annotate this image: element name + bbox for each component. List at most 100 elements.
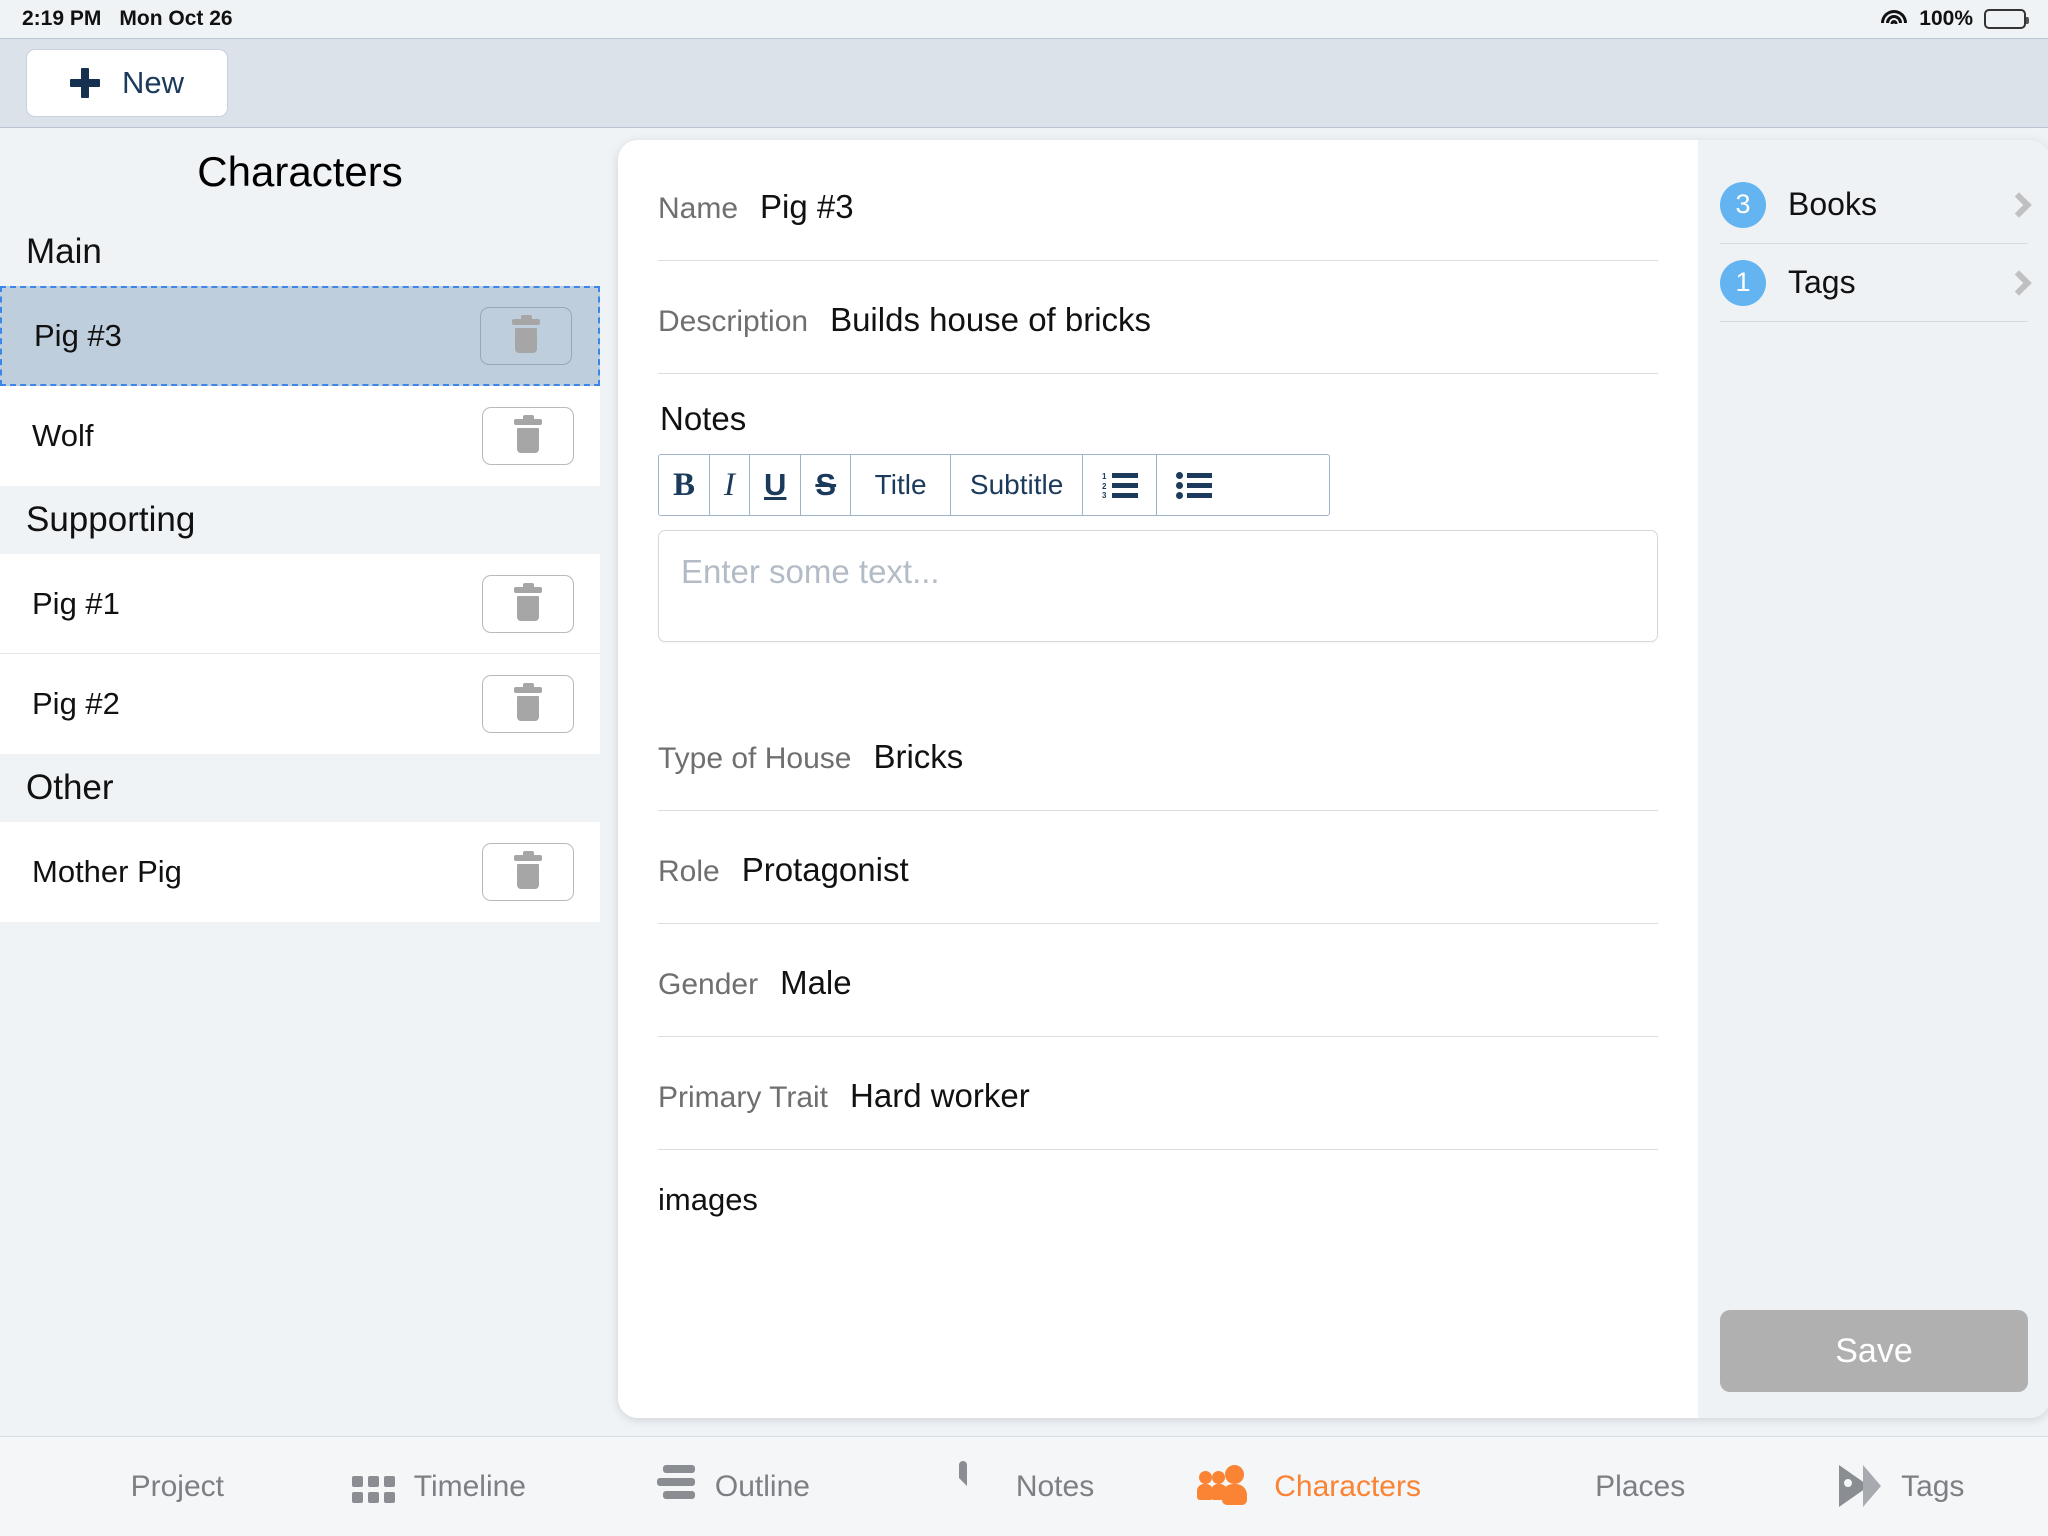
character-name: Mother Pig <box>32 854 182 889</box>
tab-outline-label: Outline <box>714 1469 810 1503</box>
chevron-right-icon <box>2006 191 2032 218</box>
role-field-row[interactable]: Role Protagonist <box>658 833 1658 924</box>
notes-label: Notes <box>660 400 747 437</box>
chevron-right-icon <box>2006 269 2032 296</box>
tags-count-badge: 1 <box>1720 259 1766 306</box>
list-item[interactable]: Pig #3 <box>0 286 600 386</box>
tab-notes[interactable]: Notes <box>878 1460 1171 1509</box>
tab-notes-label: Notes <box>1015 1469 1095 1503</box>
character-name: Wolf <box>32 418 94 453</box>
tab-characters[interactable]: Characters <box>1170 1464 1463 1509</box>
notes-spacer <box>658 642 1658 720</box>
gender-label: Gender <box>658 968 759 1001</box>
battery-full-icon <box>1984 9 2029 29</box>
tab-project[interactable]: Project <box>0 1465 293 1509</box>
primary-trait-label: Primary Trait <box>658 1081 829 1114</box>
trash-icon <box>513 683 543 721</box>
delete-button[interactable] <box>482 574 574 633</box>
character-name: Pig #1 <box>32 585 120 621</box>
ordered-list-icon: 1 2 3 <box>1102 472 1138 499</box>
group-header-supporting: Supporting <box>26 500 196 539</box>
people-icon <box>1197 1464 1256 1509</box>
character-name: Pig #3 <box>34 318 122 353</box>
trash-icon <box>513 851 543 889</box>
books-count-badge: 3 <box>1720 181 1766 228</box>
underline-button[interactable]: U <box>750 455 802 515</box>
page-title: Characters <box>197 148 403 195</box>
primary-trait-field-row[interactable]: Primary Trait Hard worker <box>658 1059 1658 1150</box>
list-item[interactable]: Wolf <box>0 386 600 486</box>
bullet-list-button[interactable] <box>1157 455 1232 515</box>
tab-characters-label: Characters <box>1274 1469 1421 1503</box>
main-content: Characters Main Pig #3 Wolf Supporting P… <box>0 128 2048 1436</box>
tag-icon <box>1839 1464 1883 1509</box>
tags-row[interactable]: 1 Tags <box>1720 244 2032 322</box>
delete-button[interactable] <box>482 843 574 901</box>
new-button[interactable]: New <box>26 49 228 117</box>
rich-text-toolbar: B I U S Title Subtitle 1 2 3 <box>658 454 1330 516</box>
page-icon <box>954 1460 998 1509</box>
delete-button[interactable] <box>482 675 574 733</box>
type-of-house-label: Type of House <box>658 742 852 775</box>
bold-button[interactable]: B <box>659 455 711 515</box>
bullet-list-icon <box>1176 472 1213 499</box>
character-list-other: Mother Pig <box>0 822 600 922</box>
status-time: 2:19 PM <box>22 7 102 30</box>
list-item[interactable]: Mother Pig <box>0 822 600 922</box>
delete-button[interactable] <box>480 307 572 365</box>
wifi-icon <box>1880 9 1908 29</box>
trash-icon <box>513 582 543 621</box>
character-name: Pig #2 <box>32 686 120 721</box>
tab-tags-label: Tags <box>1901 1469 1965 1503</box>
detail-area: Name Pig #3 Description Builds house of … <box>600 128 2048 1436</box>
name-label: Name <box>658 192 739 225</box>
tab-places[interactable]: Places <box>1463 1465 1756 1509</box>
bars-icon <box>653 1464 697 1509</box>
description-value[interactable]: Builds house of bricks <box>830 301 1151 339</box>
tab-project-label: Project <box>130 1469 224 1503</box>
books-label: Books <box>1788 186 1877 222</box>
status-bar-left: 2:19 PM Mon Oct 26 <box>22 7 233 31</box>
tab-bar: Project Timeline Outline Notes Character… <box>0 1436 2048 1536</box>
italic-button[interactable]: I <box>710 455 751 515</box>
role-value[interactable]: Protagonist <box>742 851 909 889</box>
delete-button[interactable] <box>482 407 574 465</box>
notes-input[interactable]: Enter some text... <box>658 530 1658 642</box>
character-detail-card: Name Pig #3 Description Builds house of … <box>618 140 1698 1418</box>
tab-outline[interactable]: Outline <box>585 1464 878 1509</box>
app-screen: 2:19 PM Mon Oct 26 100% New Characters M… <box>0 0 2048 1536</box>
svg-text:1: 1 <box>1102 472 1107 481</box>
gender-value[interactable]: Male <box>780 964 852 1002</box>
tags-label: Tags <box>1788 264 1856 300</box>
plus-icon <box>69 68 100 98</box>
tab-timeline-label: Timeline <box>413 1469 526 1503</box>
trash-icon <box>513 415 543 453</box>
gender-field-row[interactable]: Gender Male <box>658 946 1658 1037</box>
description-label: Description <box>658 305 809 338</box>
name-field-row[interactable]: Name Pig #3 <box>658 170 1658 261</box>
character-list-supporting: Pig #1 Pig #2 <box>0 554 600 754</box>
nav-bar: New <box>0 38 2048 128</box>
detail-shell: Name Pig #3 Description Builds house of … <box>618 140 2048 1418</box>
books-row[interactable]: 3 Books <box>1720 166 2032 244</box>
list-item[interactable]: Pig #2 <box>0 654 600 754</box>
save-button[interactable]: Save <box>1720 1310 2028 1392</box>
tab-timeline[interactable]: Timeline <box>293 1465 586 1509</box>
group-header-main: Main <box>26 232 102 271</box>
primary-trait-value[interactable]: Hard worker <box>850 1077 1030 1115</box>
strikethrough-button[interactable]: S <box>801 455 852 515</box>
tab-tags[interactable]: Tags <box>1755 1464 2048 1509</box>
ordered-list-button[interactable]: 1 2 3 <box>1083 455 1158 515</box>
type-of-house-field-row[interactable]: Type of House Bricks <box>658 720 1658 811</box>
description-field-row[interactable]: Description Builds house of bricks <box>658 283 1658 374</box>
title-style-button[interactable]: Title <box>851 455 952 515</box>
subtitle-style-button[interactable]: Subtitle <box>951 455 1084 515</box>
relationships-panel: 3 Books 1 Tags Save <box>1698 140 2048 1418</box>
name-value[interactable]: Pig #3 <box>760 188 854 226</box>
status-date: Mon Oct 26 <box>119 7 233 30</box>
list-item[interactable]: Pig #1 <box>0 554 600 654</box>
group-header-other: Other <box>26 768 114 807</box>
svg-text:2: 2 <box>1102 482 1107 491</box>
type-of-house-value[interactable]: Bricks <box>873 738 963 776</box>
battery-percent: 100% <box>1919 7 1973 30</box>
